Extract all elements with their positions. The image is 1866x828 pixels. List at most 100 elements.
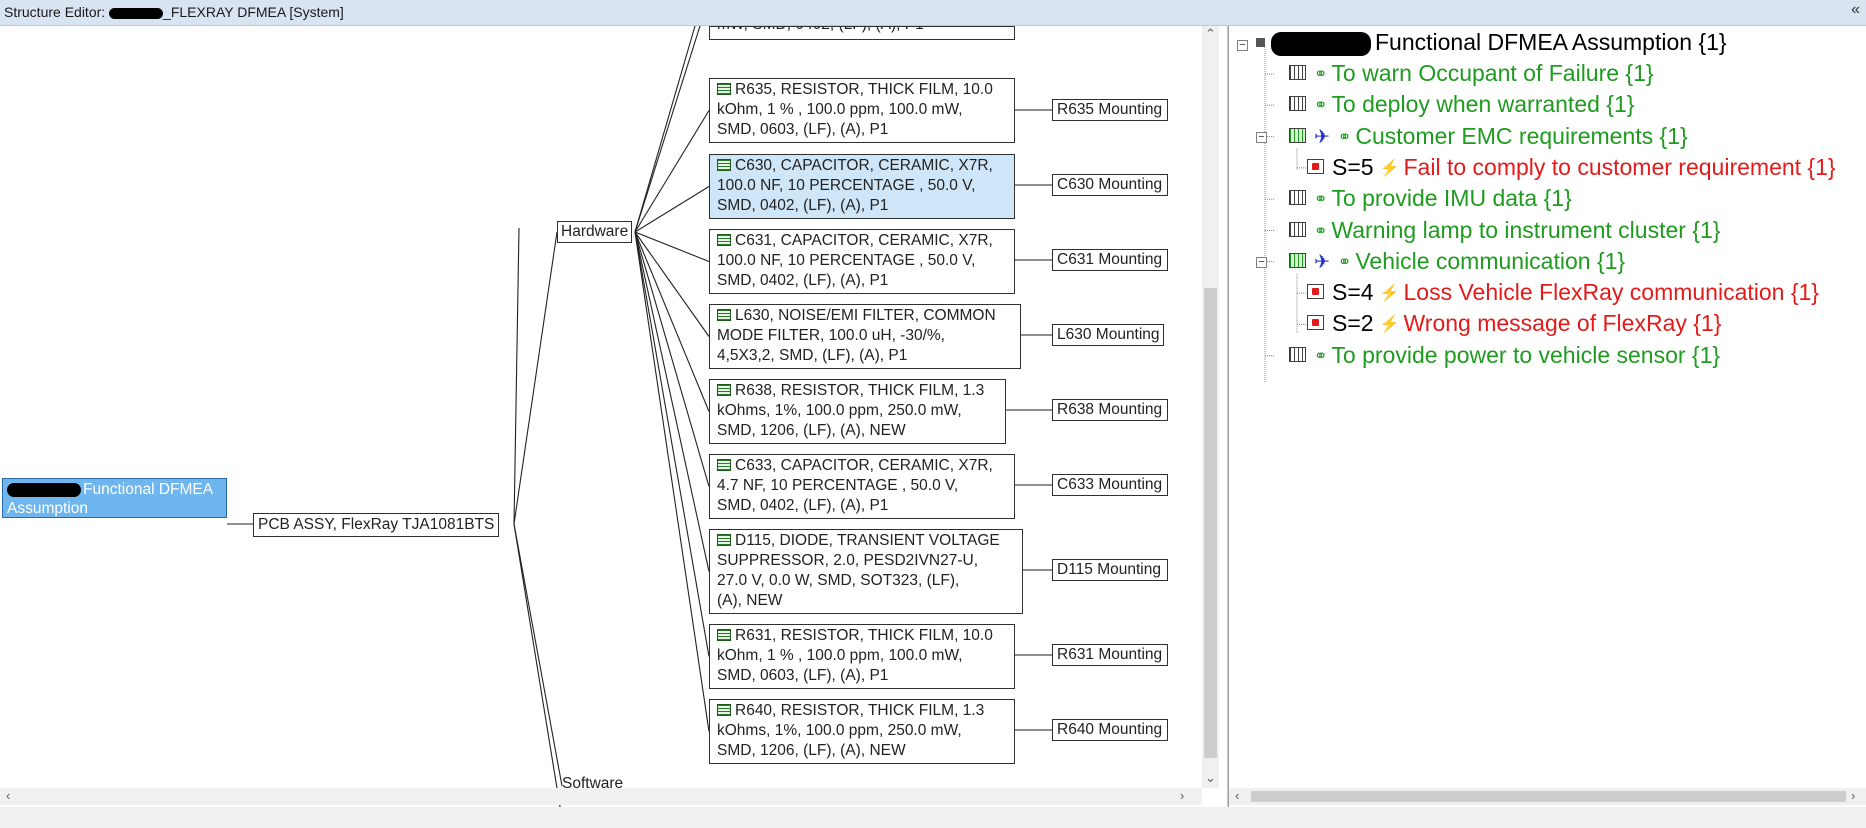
part-icon	[717, 83, 731, 95]
connector-line	[513, 231, 558, 525]
connector-line	[634, 231, 710, 657]
scroll-down-arrow-icon[interactable]: ⌄	[1205, 770, 1216, 786]
function-label: Warning lamp to instrument cluster {1}	[1331, 216, 1721, 243]
function-horizontal-scroll-thumb[interactable]	[1251, 791, 1846, 802]
function-box-icon	[1289, 190, 1306, 206]
failure-icon: ⚡	[1379, 316, 1400, 334]
component-line: MODE FILTER, 100.0 uH, -30/%,	[717, 326, 1016, 346]
tree-scroll-right-arrow-icon[interactable]: ›	[1851, 788, 1855, 803]
component-line: (A), NEW	[717, 591, 1018, 611]
component-node[interactable]: R631, RESISTOR, THICK FILM, 10.0 kOhm, 1 …	[709, 624, 1015, 689]
scroll-right-arrow-icon[interactable]: ›	[1180, 788, 1184, 803]
component-line-text: D115, DIODE, TRANSIENT VOLTAGE	[735, 532, 1000, 549]
tree-root-row[interactable]: − Functional DFMEA Assumption {1}	[1237, 27, 1727, 58]
function-row[interactable]: ⚭ To warn Occupant of Failure {1}	[1289, 58, 1654, 89]
structure-vertical-scrollbar[interactable]: ⌃ ⌄	[1202, 26, 1219, 788]
component-line: R640, RESISTOR, THICK FILM, 1.3	[717, 701, 1010, 721]
component-line: SMD, 0402, (LF), (A), P1	[717, 496, 1010, 516]
component-line-text: C630, CAPACITOR, CERAMIC, X7R,	[735, 157, 993, 174]
component-line: L630, NOISE/EMI FILTER, COMMON	[717, 306, 1016, 326]
function-row[interactable]: − ✈ ⚭ Customer EMC requirements {1}	[1256, 121, 1688, 152]
structure-connectors	[227, 26, 1052, 807]
failure-mode-row[interactable]: S=4 ⚡ Loss Vehicle FlexRay communication {…	[1307, 277, 1819, 308]
mounting-node[interactable]: D115 Mounting	[1052, 559, 1168, 581]
collapse-box-icon[interactable]: −	[1256, 131, 1267, 143]
component-line: kOhms, 1%, 100.0 ppm, 250.0 mW,	[717, 721, 1010, 741]
component-node[interactable]: D115, DIODE, TRANSIENT VOLTAGE SUPPRESSOR…	[709, 529, 1023, 614]
function-label: Vehicle communication {1}	[1355, 247, 1626, 274]
assembly-node[interactable]: PCB ASSY, FlexRay TJA1081BTS	[253, 513, 500, 537]
mounting-node[interactable]: C631 Mounting	[1052, 249, 1168, 271]
pin-icon: ✈	[1314, 251, 1330, 273]
component-node[interactable]: C630, CAPACITOR, CERAMIC, X7R, 100.0 NF, …	[709, 154, 1015, 219]
component-line-text: SMD, 0603, (LF), (A), P1	[717, 121, 889, 138]
function-box-icon	[1289, 346, 1306, 362]
connector-line	[634, 26, 701, 233]
function-horizontal-scrollbar[interactable]: ‹ ›	[1229, 788, 1866, 805]
function-label: To provide power to vehicle sensor {1}	[1331, 341, 1721, 368]
structure-vertical-scroll-thumb[interactable]	[1204, 288, 1217, 758]
function-row[interactable]: − ✈ ⚭ Vehicle communication {1}	[1256, 246, 1626, 277]
component-line: SMD, 1206, (LF), (A), NEW	[717, 741, 1010, 761]
component-node[interactable]: R640, RESISTOR, THICK FILM, 1.3 kOhms, 1%…	[709, 699, 1015, 764]
component-line-text: kOhm, 1 % , 100.0 ppm, 100.0 mW,	[717, 101, 963, 118]
collapse-icon[interactable]: «	[1851, 1, 1860, 19]
root-square-icon	[1256, 38, 1265, 47]
mounting-node[interactable]: R640 Mounting	[1052, 719, 1168, 741]
structure-tree-pane[interactable]: Functional DFMEA Assumption PCB ASSY, Fle…	[0, 26, 1228, 807]
redacted-root-prefix	[1271, 31, 1371, 56]
scroll-left-arrow-icon[interactable]: ‹	[6, 788, 10, 803]
failure-mode-row[interactable]: S=5 ⚡ Fail to comply to customer requireme…	[1307, 152, 1836, 183]
component-line: C633, CAPACITOR, CERAMIC, X7R,	[717, 456, 1010, 476]
function-label: To provide IMU data {1}	[1331, 185, 1572, 212]
collapse-box-icon[interactable]: −	[1237, 40, 1248, 51]
structure-horizontal-scrollbar[interactable]: ‹ ›	[0, 788, 1202, 805]
failure-box-icon	[1307, 315, 1324, 331]
function-row[interactable]: ⚭ To deploy when warranted {1}	[1289, 89, 1634, 120]
tree-scroll-left-arrow-icon[interactable]: ‹	[1235, 788, 1239, 803]
component-node[interactable]: L630, NOISE/EMI FILTER, COMMON MODE FILTE…	[709, 304, 1021, 369]
component-line-text: kOhm, 1 % , 100.0 ppm, 100.0 mW,	[717, 647, 963, 664]
mounting-node[interactable]: C630 Mounting	[1052, 174, 1168, 196]
collapse-box-icon[interactable]: −	[1256, 256, 1267, 268]
component-line-text: 4.7 NF, 10 PERCENTAGE , 50.0 V,	[717, 477, 959, 494]
component-line: R635, RESISTOR, THICK FILM, 10.0	[717, 80, 1010, 100]
severity-label: S=2	[1332, 310, 1374, 337]
mounting-node[interactable]: R631 Mounting	[1052, 644, 1168, 666]
window-title-prefix: Structure Editor:	[4, 4, 110, 20]
component-line: SUPPRESSOR, 2.0, PESD2IVN27-U,	[717, 551, 1018, 571]
component-line-text: kOhms, 1%, 100.0 ppm, 250.0 mW,	[717, 402, 962, 419]
component-node[interactable]: R638, RESISTOR, THICK FILM, 1.3 kOhms, 1%…	[709, 379, 1006, 444]
component-node[interactable]: R635, RESISTOR, THICK FILM, 10.0 kOhm, 1 …	[709, 78, 1015, 143]
component-line-text: C633, CAPACITOR, CERAMIC, X7R,	[735, 457, 993, 474]
severity-label: S=4	[1332, 279, 1374, 306]
failure-mode-label: Wrong message of FlexRay {1}	[1403, 310, 1722, 337]
component-line-text: SMD, 1206, (LF), (A), NEW	[717, 742, 906, 759]
redacted-root-prefix	[7, 482, 81, 497]
function-row[interactable]: ⚭ To provide IMU data {1}	[1289, 183, 1572, 214]
root-node[interactable]: Functional DFMEA Assumption	[2, 478, 227, 518]
function-row[interactable]: ⚭ To provide power to vehicle sensor {1}	[1289, 340, 1720, 371]
function-row[interactable]: ⚭ Warning lamp to instrument cluster {1}	[1289, 215, 1720, 246]
mounting-node[interactable]: R638 Mounting	[1052, 399, 1168, 421]
component-node-partial[interactable]: mW, SMD, 0402, (LF), (A), P1	[709, 26, 1015, 40]
function-box-icon	[1289, 65, 1306, 80]
function-tree-pane[interactable]: − Functional DFMEA Assumption {1} ⚭ To warn…	[1228, 26, 1866, 807]
function-label: Customer EMC requirements {1}	[1355, 122, 1688, 149]
component-line: R638, RESISTOR, THICK FILM, 1.3	[717, 381, 1001, 401]
mounting-node[interactable]: C633 Mounting	[1052, 474, 1168, 496]
link-icon: ⚭	[1314, 222, 1328, 240]
redacted-project-name	[109, 7, 164, 19]
component-node[interactable]: C631, CAPACITOR, CERAMIC, X7R, 100.0 NF, …	[709, 229, 1015, 294]
part-icon	[717, 234, 731, 246]
group-hardware[interactable]: Hardware	[557, 221, 633, 243]
mounting-node[interactable]: R635 Mounting	[1052, 99, 1168, 121]
connector-line	[513, 523, 561, 807]
window-title-suffix: _FLEXRAY DFMEA [System]	[163, 4, 344, 20]
scroll-up-arrow-icon[interactable]: ⌃	[1205, 26, 1216, 42]
failure-mode-row[interactable]: S=2 ⚡ Wrong message of FlexRay {1}	[1307, 308, 1721, 339]
component-node[interactable]: C633, CAPACITOR, CERAMIC, X7R, 4.7 NF, 10…	[709, 454, 1015, 519]
mounting-node[interactable]: L630 Mounting	[1052, 324, 1164, 346]
component-line: kOhms, 1%, 100.0 ppm, 250.0 mW,	[717, 401, 1001, 421]
component-line-text: SMD, 1206, (LF), (A), NEW	[717, 422, 906, 439]
